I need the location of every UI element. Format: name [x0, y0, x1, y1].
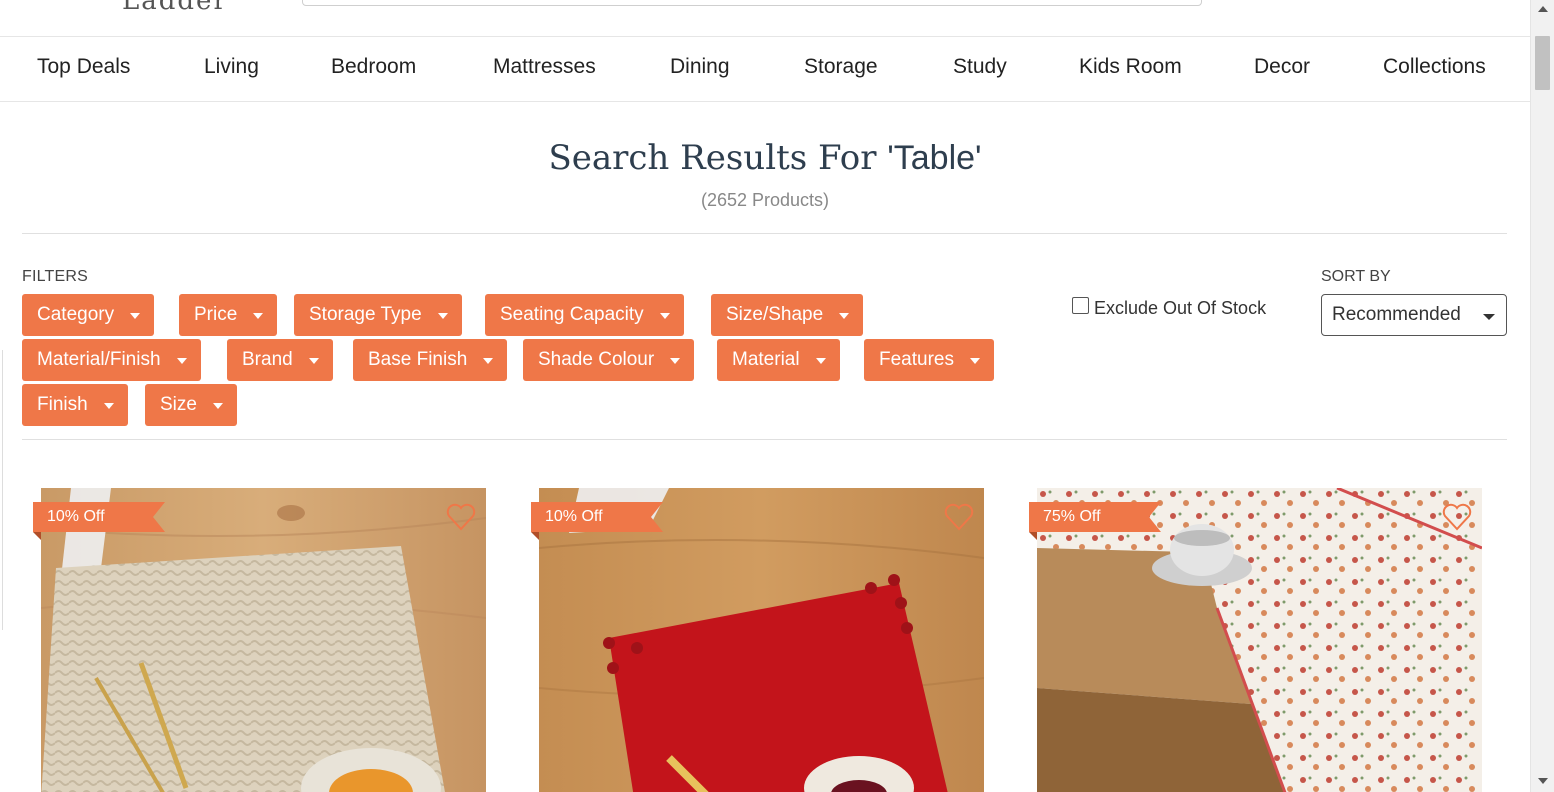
exclude-out-of-stock-checkbox[interactable]	[1072, 297, 1089, 314]
exclude-out-of-stock-label: Exclude Out Of Stock	[1094, 298, 1267, 318]
filter-label: Features	[879, 349, 954, 370]
side-panel-edge	[0, 350, 3, 630]
nav-item-living[interactable]: Living	[204, 55, 259, 79]
filter-brand[interactable]: Brand	[227, 339, 333, 381]
site-header: Ladder	[0, 0, 1530, 37]
site-logo[interactable]: Ladder	[122, 0, 228, 16]
category-nav: Top Deals Living Bedroom Mattresses Dini…	[0, 37, 1530, 102]
caret-down-icon	[1483, 314, 1495, 320]
floral-table-runner-icon	[1037, 488, 1482, 792]
filter-label: Brand	[242, 349, 293, 370]
wishlist-heart-icon[interactable]	[944, 503, 974, 531]
filter-label: Storage Type	[309, 304, 422, 325]
caret-down-icon	[437, 313, 448, 319]
badge-fold	[531, 532, 539, 540]
discount-badge: 10% Off	[531, 502, 663, 532]
nav-item-mattresses[interactable]: Mattresses	[493, 55, 596, 79]
badge-fold	[33, 532, 41, 540]
filter-category[interactable]: Category	[22, 294, 155, 336]
woven-placemat-beige-icon	[41, 488, 486, 792]
nav-item-bedroom[interactable]: Bedroom	[331, 55, 416, 79]
filters-label: FILTERS	[22, 268, 89, 285]
discount-badge: 75% Off	[1029, 502, 1161, 532]
divider	[22, 439, 1507, 440]
exclude-out-of-stock-toggle[interactable]: Exclude Out Of Stock	[1072, 297, 1267, 319]
filter-finish[interactable]: Finish	[22, 384, 128, 426]
filter-features[interactable]: Features	[864, 339, 994, 381]
filter-label: Size/Shape	[726, 304, 824, 325]
caret-down-icon	[815, 358, 826, 364]
scroll-up-arrow-icon[interactable]	[1538, 6, 1548, 12]
caret-down-icon	[969, 358, 980, 364]
caret-down-icon	[308, 358, 319, 364]
filter-label: Category	[37, 304, 115, 325]
wishlist-heart-icon[interactable]	[1442, 503, 1472, 531]
page-title: Search Results For 'Table'	[0, 138, 1530, 178]
filter-storage-type[interactable]: Storage Type	[294, 294, 462, 336]
wishlist-heart-icon[interactable]	[446, 503, 476, 531]
filter-shade-colour[interactable]: Shade Colour	[523, 339, 695, 381]
sort-label: SORT BY	[1321, 268, 1391, 285]
sort-selected-value: Recommended	[1332, 304, 1461, 325]
filter-size[interactable]: Size	[145, 384, 237, 426]
page-scrollbar[interactable]	[1530, 0, 1554, 792]
title-prefix: Search Results For	[548, 138, 888, 178]
results-count: (2652 Products)	[700, 190, 830, 210]
scroll-down-arrow-icon[interactable]	[1538, 778, 1548, 784]
caret-down-icon	[670, 358, 681, 364]
caret-down-icon	[130, 313, 141, 319]
search-query: 'Table'	[887, 139, 982, 177]
filter-label: Shade Colour	[538, 349, 655, 370]
filter-label: Material	[732, 349, 800, 370]
scrollbar-thumb[interactable]	[1535, 36, 1550, 90]
filter-base-finish[interactable]: Base Finish	[353, 339, 508, 381]
product-card[interactable]	[1037, 488, 1482, 792]
nav-item-kids-room[interactable]: Kids Room	[1079, 55, 1182, 79]
discount-badge: 10% Off	[33, 502, 165, 532]
sort-select[interactable]: Recommended	[1321, 294, 1507, 336]
filter-label: Material/Finish	[37, 349, 161, 370]
caret-down-icon	[212, 403, 223, 409]
divider	[22, 233, 1507, 234]
caret-down-icon	[839, 313, 850, 319]
red-placemat-pompom-icon	[539, 488, 984, 792]
filter-price[interactable]: Price	[179, 294, 278, 336]
filter-material[interactable]: Material	[717, 339, 840, 381]
filter-label: Price	[194, 304, 238, 325]
filter-label: Finish	[37, 394, 88, 415]
caret-down-icon	[103, 403, 114, 409]
filter-label: Base Finish	[368, 349, 468, 370]
search-input[interactable]	[302, 0, 1202, 6]
caret-down-icon	[659, 313, 670, 319]
nav-item-top-deals[interactable]: Top Deals	[37, 55, 130, 79]
filter-material-finish[interactable]: Material/Finish	[22, 339, 201, 381]
badge-fold	[1029, 532, 1037, 540]
filter-size-shape[interactable]: Size/Shape	[711, 294, 864, 336]
caret-down-icon	[253, 313, 264, 319]
nav-item-dining[interactable]: Dining	[670, 55, 730, 79]
filter-label: Seating Capacity	[500, 304, 644, 325]
product-card[interactable]	[41, 488, 486, 792]
nav-item-decor[interactable]: Decor	[1254, 55, 1310, 79]
product-card[interactable]	[539, 488, 984, 792]
filter-label: Size	[160, 394, 197, 415]
nav-item-collections[interactable]: Collections	[1383, 55, 1486, 79]
caret-down-icon	[483, 358, 494, 364]
nav-item-study[interactable]: Study	[953, 55, 1007, 79]
nav-item-storage[interactable]: Storage	[804, 55, 878, 79]
caret-down-icon	[176, 358, 187, 364]
filter-seating-capacity[interactable]: Seating Capacity	[485, 294, 684, 336]
